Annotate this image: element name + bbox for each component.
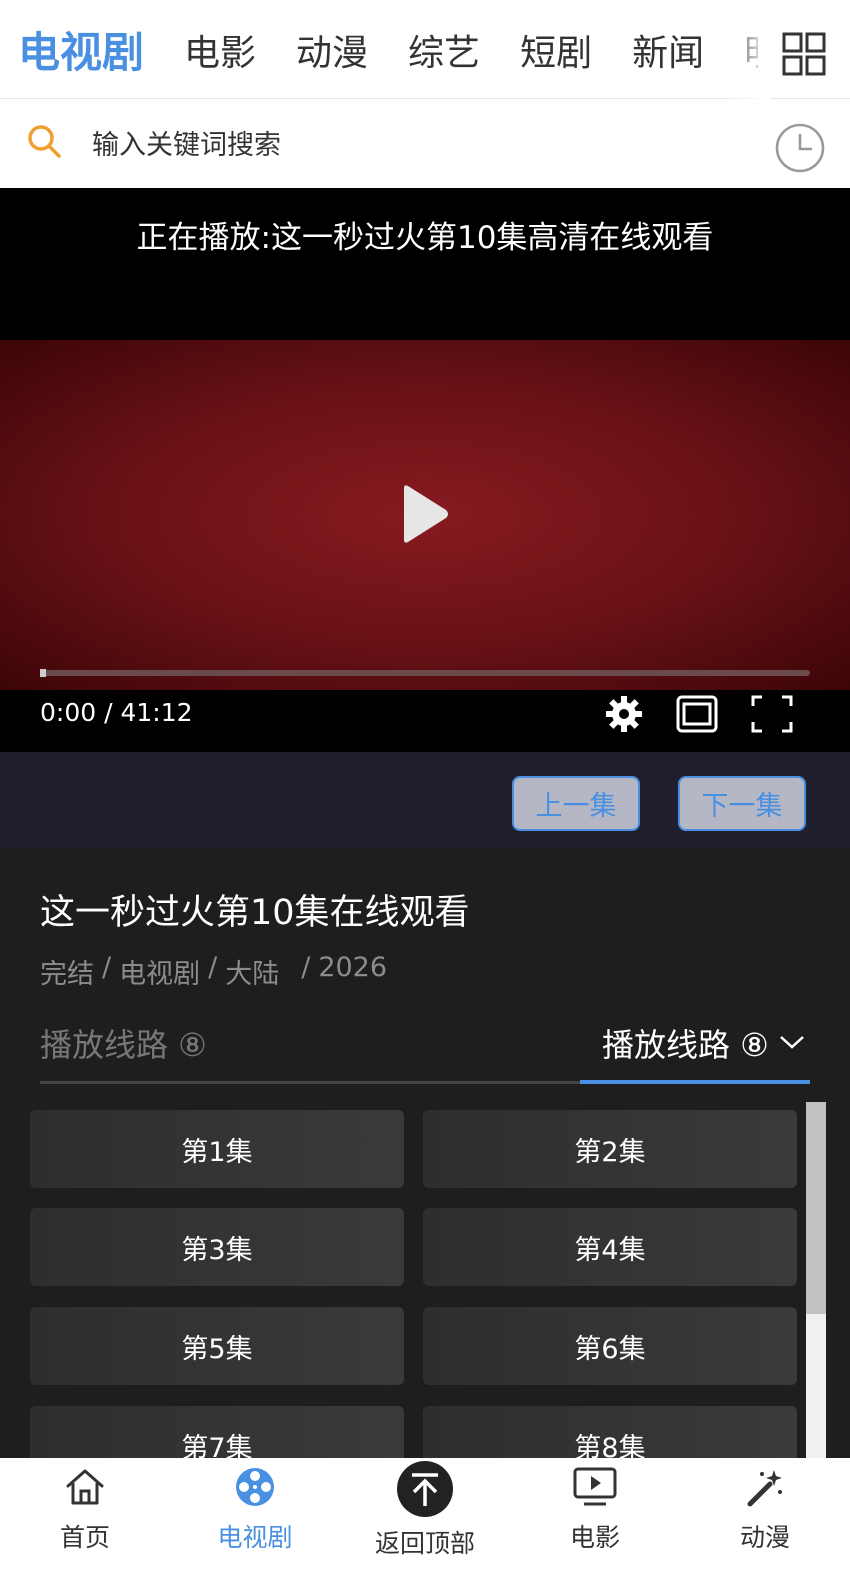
bottom-nav-label: 首页: [59, 1523, 110, 1552]
bottom-nav-movie[interactable]: 电影: [510, 1458, 680, 1578]
source-tabs: 播放线路 ⑧ 播放线路 ⑧: [40, 1018, 810, 1084]
category-tabs: 电视剧 电影 动漫 综艺 短剧 新闻 明星: [18, 0, 758, 99]
search-icon[interactable]: [26, 123, 62, 159]
info-panel: 这一秒过火第10集在线观看 完结 / 电视剧 / 大陆 / 2026 播放线路 …: [0, 848, 850, 1458]
bottom-nav-label: 电影: [569, 1523, 620, 1552]
meta-type[interactable]: 电视剧: [119, 952, 200, 991]
top-nav: 电视剧 电影 动漫 综艺 短剧 新闻 明星: [0, 0, 850, 99]
meta-year[interactable]: 2026: [318, 952, 387, 991]
episode-button[interactable]: 第3集: [30, 1208, 404, 1286]
bottom-nav-home[interactable]: 首页: [0, 1458, 170, 1578]
episode-button[interactable]: 第5集: [30, 1307, 404, 1385]
category-tab-tv[interactable]: 电视剧: [18, 19, 144, 80]
progress-knob[interactable]: [40, 669, 46, 677]
episode-button[interactable]: 第4集: [423, 1208, 797, 1286]
progress-bar[interactable]: [40, 669, 810, 677]
category-tab-short-drama[interactable]: 短剧: [520, 24, 592, 76]
history-clock-icon[interactable]: [775, 123, 825, 173]
bottom-nav-label: 电视剧: [217, 1523, 293, 1552]
page-title: 这一秒过火第10集在线观看: [40, 893, 470, 933]
meta-separator: /: [208, 952, 218, 983]
episode-button[interactable]: 第8集: [423, 1406, 797, 1458]
film-reel-icon: [236, 1468, 274, 1506]
back-to-top-icon: [397, 1461, 453, 1517]
episode-button[interactable]: 第7集: [30, 1406, 404, 1458]
grid-menu-icon[interactable]: [782, 32, 826, 76]
episode-scrollbar[interactable]: [806, 1102, 826, 1458]
bottom-nav-back-to-top[interactable]: 返回顶部: [340, 1458, 510, 1578]
source-tab-left[interactable]: 播放线路 ⑧: [40, 1020, 207, 1066]
category-tab-anime[interactable]: 动漫: [296, 24, 368, 76]
meta-separator: /: [102, 952, 112, 983]
search-input[interactable]: [92, 123, 732, 167]
episode-button[interactable]: 第1集: [30, 1110, 404, 1188]
source-tab-active[interactable]: 播放线路 ⑧: [580, 1018, 810, 1084]
magic-wand-icon: [747, 1470, 782, 1507]
search-bar: [0, 99, 850, 188]
now-playing-title: 正在播放:这一秒过火第10集高清在线观看: [136, 220, 714, 256]
meta-region[interactable]: 大陆: [225, 952, 279, 991]
category-tab-variety[interactable]: 综艺: [408, 24, 480, 76]
episode-button[interactable]: 第6集: [423, 1307, 797, 1385]
bottom-nav-tv[interactable]: 电视剧: [170, 1458, 340, 1578]
prev-episode-button[interactable]: 上一集: [512, 776, 640, 831]
episode-nav: 上一集 下一集: [0, 752, 850, 848]
fullscreen-icon[interactable]: [750, 694, 794, 734]
chevron-down-icon[interactable]: [778, 1032, 806, 1052]
bottom-nav: 首页 电视剧 返回顶部 电影 动漫: [0, 1458, 850, 1578]
settings-gear-icon[interactable]: [604, 694, 644, 734]
source-tab-label: 播放线路 ⑧: [602, 1026, 769, 1064]
picture-in-picture-icon[interactable]: [675, 694, 719, 734]
home-icon: [66, 1469, 104, 1505]
video-player: 正在播放:这一秒过火第10集高清在线观看 0:00 / 41:12: [0, 188, 850, 752]
episode-list: 第1集 第2集 第3集 第4集 第5集 第6集 第7集 第8集: [30, 1110, 800, 1458]
play-icon[interactable]: [400, 484, 450, 544]
meta-separator: /: [301, 952, 311, 983]
bottom-nav-label: 返回顶部: [374, 1529, 475, 1558]
tv-play-icon: [573, 1467, 617, 1506]
scrollbar-thumb[interactable]: [806, 1102, 826, 1314]
category-tab-movie[interactable]: 电影: [184, 24, 256, 76]
bottom-nav-anime[interactable]: 动漫: [680, 1458, 850, 1578]
time-display: 0:00 / 41:12: [40, 698, 193, 727]
meta-status[interactable]: 完结: [40, 952, 94, 991]
meta-tags: 完结 / 电视剧 / 大陆 / 2026: [40, 952, 387, 991]
bottom-nav-label: 动漫: [739, 1523, 790, 1552]
episode-button[interactable]: 第2集: [423, 1110, 797, 1188]
next-episode-button[interactable]: 下一集: [678, 776, 806, 831]
category-tab-news[interactable]: 新闻: [632, 24, 704, 76]
tabs-fade: [720, 0, 770, 99]
